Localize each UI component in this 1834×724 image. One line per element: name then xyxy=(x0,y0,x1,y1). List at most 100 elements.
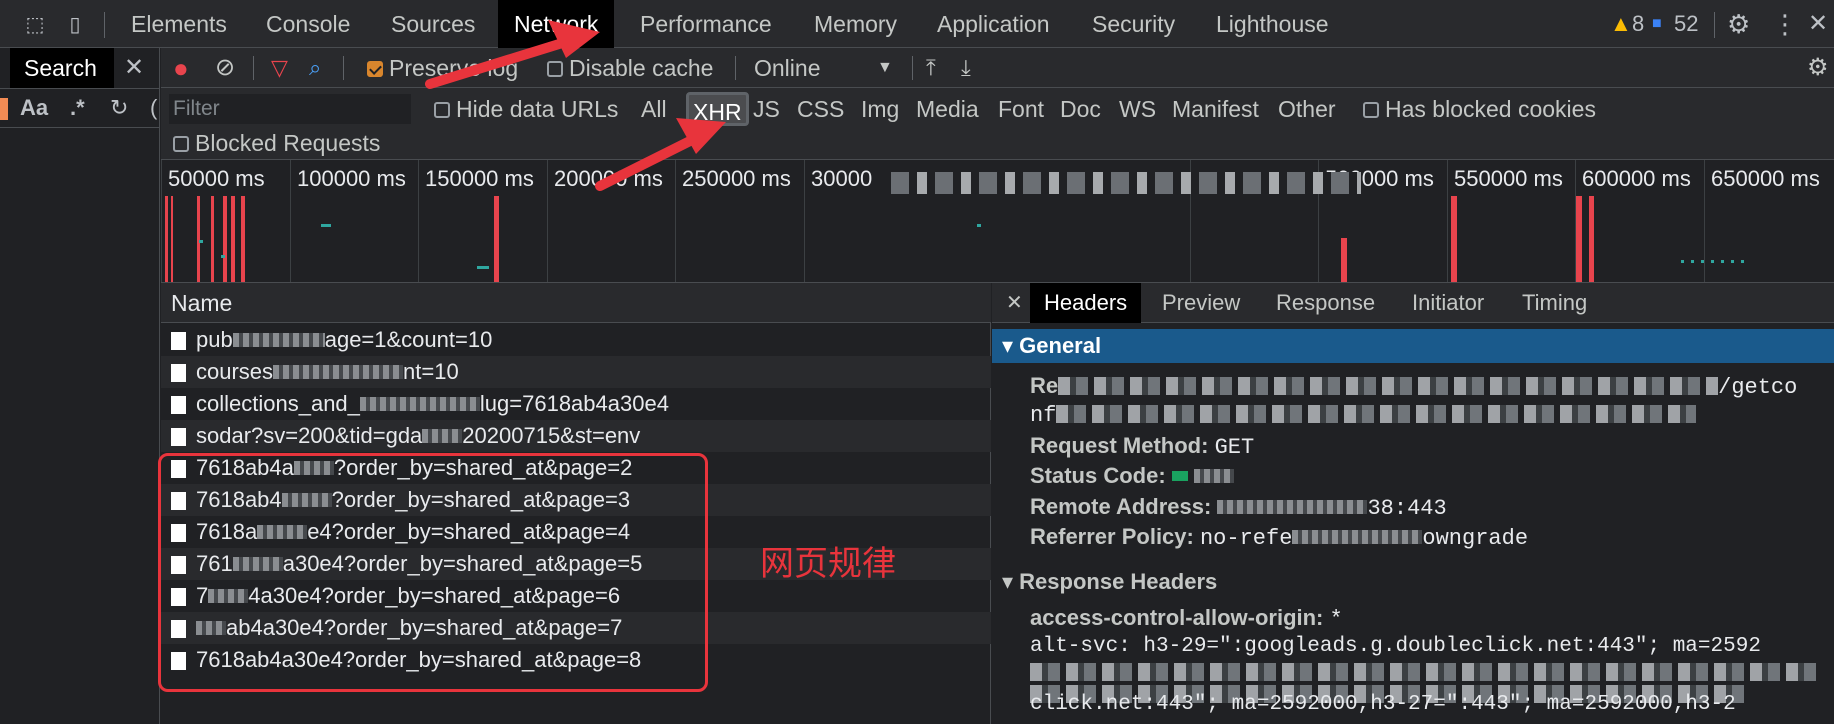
alt-svc-header-line-3: click.net:443"; ma=2592000,h3-27=":443";… xyxy=(1030,693,1736,716)
timeline-gridline: 650000 ms xyxy=(1704,160,1820,282)
request-bar xyxy=(223,196,227,282)
general-section-title: General xyxy=(1019,333,1102,358)
inspect-element-icon[interactable]: ⬚ xyxy=(22,12,48,38)
search-drawer-tab[interactable]: Search xyxy=(10,48,114,88)
details-tab-bar: ✕ Headers Preview Response Initiator Tim… xyxy=(992,283,1834,323)
type-filter-ws[interactable]: WS xyxy=(1119,92,1156,126)
network-overview-timeline[interactable]: 50000 ms 100000 ms 150000 ms 200000 ms 2… xyxy=(161,160,1834,283)
request-row[interactable]: collections_and_ lug=7618ab4a30e4 xyxy=(161,388,991,420)
request-name-start: sodar?sv=200&tid=gda xyxy=(196,423,423,448)
chevron-down-icon[interactable]: ▼ xyxy=(877,48,893,88)
more-options-icon[interactable]: ⋮ xyxy=(1772,0,1798,48)
request-row[interactable]: sodar?sv=200&tid=gda 20200715&st=env xyxy=(161,420,991,452)
request-method-label: Request Method: xyxy=(1030,433,1209,458)
tab-response[interactable]: Response xyxy=(1276,283,1375,323)
tab-sources[interactable]: Sources xyxy=(391,0,475,48)
close-search-icon[interactable]: ✕ xyxy=(124,48,144,88)
redacted-text xyxy=(273,365,404,379)
close-devtools-icon[interactable]: ✕ xyxy=(1808,0,1828,48)
message-icon[interactable]: ■ xyxy=(1652,0,1662,48)
type-filter-js[interactable]: JS xyxy=(753,92,780,126)
type-filter-xhr[interactable]: XHR xyxy=(686,92,749,126)
match-case-toggle[interactable]: Aa xyxy=(20,95,48,121)
tab-console[interactable]: Console xyxy=(266,0,350,48)
tab-application[interactable]: Application xyxy=(937,0,1050,48)
throttling-select[interactable]: Online xyxy=(754,48,820,88)
preserve-log-checkbox[interactable]: Preserve log xyxy=(367,48,518,88)
timeline-gridline: 100000 ms xyxy=(290,160,406,282)
tab-security[interactable]: Security xyxy=(1092,0,1175,48)
request-bar xyxy=(171,196,173,282)
request-bar xyxy=(165,196,168,282)
request-dot xyxy=(477,266,489,269)
type-filter-all[interactable]: All xyxy=(641,92,667,126)
tab-elements[interactable]: Elements xyxy=(131,0,227,48)
checkbox-icon xyxy=(173,136,189,152)
redacted-text xyxy=(422,429,463,443)
response-headers-section-header[interactable]: ▾ Response Headers xyxy=(992,565,1834,599)
import-har-icon[interactable]: ⤒ xyxy=(926,48,936,88)
request-name-end: 20200715&st=env xyxy=(462,423,641,448)
regex-toggle[interactable]: .* xyxy=(70,95,85,121)
tab-headers[interactable]: Headers xyxy=(1030,283,1142,323)
tab-performance[interactable]: Performance xyxy=(640,0,772,48)
redacted-area xyxy=(891,172,1361,194)
warning-count[interactable]: 8 xyxy=(1632,0,1644,48)
search-options-row: Aa .* ↻ ( xyxy=(0,88,160,128)
refresh-icon[interactable]: ↻ xyxy=(110,95,128,121)
clear-icon[interactable]: ⊘ xyxy=(215,48,235,88)
filter-bar: Hide data URLs All XHR JS CSS Img Media … xyxy=(161,88,1834,160)
general-section-header[interactable]: ▾ General xyxy=(992,329,1834,363)
tab-initiator[interactable]: Initiator xyxy=(1412,283,1484,323)
devtools-tab-bar: ⬚ ▯ Elements Console Sources Network Per… xyxy=(0,0,1834,48)
request-bar xyxy=(1341,238,1347,282)
tab-lighthouse[interactable]: Lighthouse xyxy=(1216,0,1329,48)
network-settings-gear-icon[interactable]: ⚙ xyxy=(1807,48,1829,88)
type-filter-font[interactable]: Font xyxy=(998,92,1044,126)
request-details-panel: ✕ Headers Preview Response Initiator Tim… xyxy=(992,283,1834,724)
clear-icon[interactable]: ( xyxy=(150,95,157,121)
blocked-requests-checkbox[interactable]: Blocked Requests xyxy=(173,126,380,160)
name-column-header[interactable]: Name xyxy=(161,283,991,323)
record-icon[interactable]: ● xyxy=(173,48,189,88)
disable-cache-checkbox[interactable]: Disable cache xyxy=(547,48,713,88)
type-filter-media[interactable]: Media xyxy=(916,92,979,126)
filter-input[interactable] xyxy=(169,94,411,124)
request-bar xyxy=(231,196,235,282)
timeline-tick-label: 650000 ms xyxy=(1711,166,1820,191)
checkbox-checked-icon xyxy=(367,61,383,77)
type-filter-other[interactable]: Other xyxy=(1278,92,1336,126)
search-icon[interactable]: ⌕ xyxy=(309,48,321,88)
request-row[interactable]: pub age=1&count=10 xyxy=(161,324,991,356)
hide-data-urls-checkbox[interactable]: Hide data URLs xyxy=(434,92,618,126)
type-filter-css[interactable]: CSS xyxy=(797,92,844,126)
divider xyxy=(104,12,105,38)
triangle-down-icon: ▾ xyxy=(1002,333,1020,358)
tab-preview[interactable]: Preview xyxy=(1162,283,1240,323)
timeline-gridline: 550000 ms xyxy=(1447,160,1563,282)
device-toolbar-icon[interactable]: ▯ xyxy=(62,12,88,38)
request-dot xyxy=(199,240,203,243)
timeline-gridline: 30000 xyxy=(804,160,872,282)
acao-header-value: * xyxy=(1329,607,1343,632)
settings-gear-icon[interactable]: ⚙ xyxy=(1727,0,1750,48)
timeline-gridline: 250000 ms xyxy=(675,160,791,282)
type-filter-doc[interactable]: Doc xyxy=(1060,92,1101,126)
redacted-text xyxy=(359,397,480,411)
warning-icon[interactable]: ▲ xyxy=(1610,0,1632,48)
timeline-gridline: 200000 ms xyxy=(547,160,663,282)
filter-icon[interactable]: ▽ xyxy=(271,48,288,88)
message-count[interactable]: 52 xyxy=(1674,0,1698,48)
has-blocked-cookies-checkbox[interactable]: Has blocked cookies xyxy=(1363,92,1596,126)
type-filter-manifest[interactable]: Manifest xyxy=(1172,92,1259,126)
close-details-icon[interactable]: ✕ xyxy=(1006,283,1023,323)
request-row[interactable]: courses nt=10 xyxy=(161,356,991,388)
tab-network[interactable]: Network xyxy=(498,0,615,48)
tab-timing[interactable]: Timing xyxy=(1522,283,1587,323)
type-filter-img[interactable]: Img xyxy=(861,92,899,126)
document-icon xyxy=(171,428,186,446)
redacted-text xyxy=(1058,377,1719,395)
tab-memory[interactable]: Memory xyxy=(814,0,897,48)
redacted-text xyxy=(1292,530,1423,544)
export-har-icon[interactable]: ⤓ xyxy=(961,48,971,88)
